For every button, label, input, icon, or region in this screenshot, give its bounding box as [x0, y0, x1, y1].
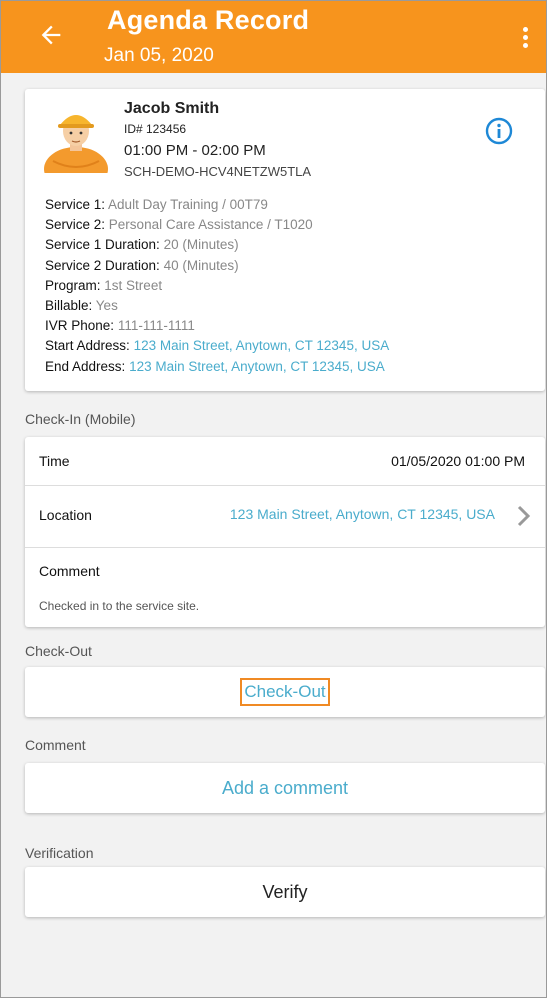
checkin-time-label: Time — [39, 453, 70, 469]
checkin-time-value: 01/05/2020 01:00 PM — [391, 453, 525, 469]
client-info-card: Jacob Smith ID# 123456 01:00 PM - 02:00 … — [25, 89, 545, 391]
checkin-card: Time 01/05/2020 01:00 PM Location 123 Ma… — [25, 437, 545, 627]
checkout-button[interactable]: Check-Out — [25, 667, 545, 717]
back-arrow-icon[interactable] — [37, 21, 65, 49]
detail-row: Service 2: Personal Care Assistance / T1… — [45, 217, 313, 233]
visit-time-range: 01:00 PM - 02:00 PM — [124, 142, 266, 159]
verify-button[interactable]: Verify — [25, 867, 545, 917]
detail-row: Start Address: 123 Main Street, Anytown,… — [45, 338, 390, 354]
app-screen: Agenda Record Jan 05, 2020 Jacob Smith I… — [0, 0, 547, 998]
checkin-comment-text: Checked in to the service site. — [39, 599, 200, 613]
checkin-time-row: Time 01/05/2020 01:00 PM — [25, 437, 545, 486]
checkin-location-label: Location — [39, 507, 92, 523]
page-date: Jan 05, 2020 — [104, 45, 214, 66]
schedule-code: SCH-DEMO-HCV4NETZW5TLA — [124, 164, 312, 179]
client-name: Jacob Smith — [124, 100, 220, 117]
add-comment-button[interactable]: Add a comment — [25, 763, 545, 813]
checkin-location-link[interactable]: 123 Main Street, Anytown, CT 12345, USA — [230, 506, 495, 522]
detail-row: Service 2 Duration: 40 (Minutes) — [45, 257, 239, 273]
more-options-icon[interactable] — [521, 27, 529, 51]
verify-button-label: Verify — [262, 881, 308, 902]
start-address-link[interactable]: 123 Main Street, Anytown, CT 12345, USA — [134, 338, 390, 353]
verification-section-label: Verification — [25, 845, 94, 861]
checkin-comment-label: Comment — [39, 563, 100, 579]
detail-row: IVR Phone: 111-111-1111 — [45, 318, 195, 334]
client-id: ID# 123456 — [124, 122, 187, 136]
checkin-comment-row: Comment Checked in to the service site. — [25, 547, 545, 627]
checkin-section-label: Check-In (Mobile) — [25, 411, 136, 427]
detail-row: Service 1 Duration: 20 (Minutes) — [45, 237, 239, 253]
detail-row: Program: 1st Street — [45, 277, 163, 293]
comment-section-label: Comment — [25, 737, 86, 753]
app-bar: Agenda Record Jan 05, 2020 — [1, 1, 546, 73]
chevron-right-icon[interactable] — [517, 505, 531, 527]
avatar — [44, 115, 108, 173]
checkout-button-label: Check-Out — [240, 678, 330, 706]
info-icon[interactable] — [485, 117, 513, 145]
detail-row: End Address: 123 Main Street, Anytown, C… — [45, 358, 385, 374]
detail-row: Billable: Yes — [45, 298, 118, 314]
end-address-link[interactable]: 123 Main Street, Anytown, CT 12345, USA — [129, 359, 385, 374]
service-details: Service 1: Adult Day Training / 00T79 Se… — [45, 195, 389, 377]
add-comment-label: Add a comment — [221, 777, 349, 798]
checkin-location-row[interactable]: Location 123 Main Street, Anytown, CT 12… — [25, 485, 545, 548]
page-title: Agenda Record — [107, 5, 310, 35]
detail-row: Service 1: Adult Day Training / 00T79 — [45, 197, 268, 212]
checkout-section-label: Check-Out — [25, 643, 92, 659]
